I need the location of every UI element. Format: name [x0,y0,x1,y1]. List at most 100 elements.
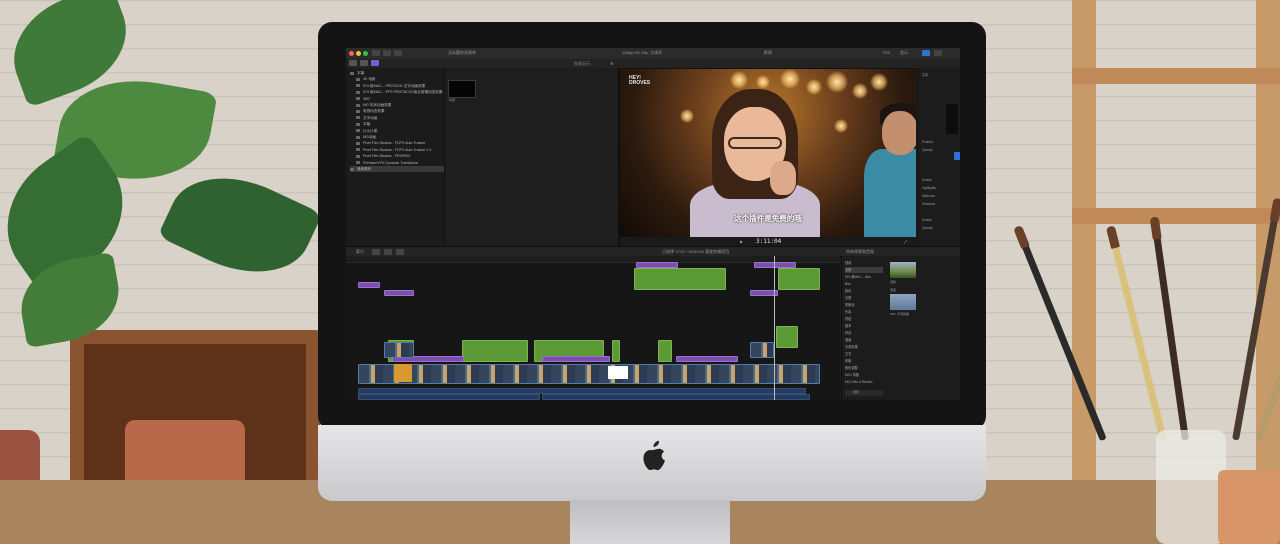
screen: 无标题的资源库 1080p HD 25p, 立体声 影视 70% 显示 仅显示已… [346,48,960,400]
play-icon[interactable]: ▶ [740,239,743,244]
effects-category-item[interactable]: 风格化 [845,302,883,308]
inspector-toggle-button[interactable] [922,50,930,56]
white-clip[interactable] [608,366,628,379]
audio-clip[interactable] [542,394,810,400]
sidebar-item[interactable]: Pixel Film Studios - PROPEN [350,153,450,159]
effects-category-item[interactable]: Blur [845,281,883,287]
effects-category-item[interactable]: 怀旧 [845,330,883,336]
sidebar-item[interactable]: Pixel Film Studios - FCPX Auto Tracker [350,140,450,146]
inspector-label: 文本 [922,73,929,77]
effects-category-item[interactable]: 基本 [845,323,883,329]
inspector-checkbox[interactable] [954,152,960,160]
sidebar-item[interactable]: 文字动画 [350,115,450,121]
sidebar-item-label: 字幕 [363,122,371,127]
sidebar-item-label: MG动画 [363,135,376,139]
timeline-clip[interactable] [358,282,380,288]
sidebar-item-label: 974 款MAC – PFS PRISTACKS适合剪辑动态效果 [363,90,443,95]
title-clip[interactable] [776,326,798,348]
libraries-icon[interactable] [349,60,357,66]
background-tasks-button[interactable] [394,50,402,56]
titles-generators-icon[interactable] [371,60,379,66]
photos-audio-icon[interactable] [360,60,368,66]
sidebar-item-label: Pixel Film Studios - FCPX Auto Tracker [363,141,426,146]
timeline-clip[interactable] [542,356,610,362]
effects-category-item[interactable]: 漫画 [845,337,883,343]
share-button[interactable] [934,50,942,56]
titles-sidebar: 字幕 4K 电影 974 款MAC – PROTACK 文字动画效果 974 款MAC… [346,68,445,246]
effects-category-item[interactable]: 光照 [845,295,883,301]
timeline-clip[interactable] [676,356,738,362]
close-window-button[interactable] [349,51,354,56]
sidebar-item[interactable]: 片头片尾 [350,128,450,134]
select-tool-icon[interactable] [396,249,404,255]
video-clip[interactable] [394,364,412,382]
effects-category-item[interactable]: MGJ 风格 [845,372,883,378]
title-clip[interactable] [634,268,726,290]
playhead[interactable] [774,256,775,400]
effects-category-item[interactable]: 全部 [845,267,883,273]
sidebar-item[interactable]: 电视动态效果 [350,108,450,114]
timeline-clip[interactable] [384,290,414,296]
minimize-window-button[interactable] [356,51,361,56]
viewer-zoom[interactable]: 70% [882,50,890,55]
hand [770,161,796,195]
sidebar-item[interactable]: MG动画 [350,134,450,140]
right-wooden-shelf [1072,0,1280,480]
gear-icon[interactable]: ⚙ [610,61,614,66]
imac-stand [570,500,730,544]
connected-clip[interactable] [384,342,414,358]
title-thumbnail[interactable] [448,80,476,98]
effect-thumbnail[interactable] [890,262,916,278]
effects-category-item[interactable]: 974 款MAC – Win... [845,274,883,280]
title-clip[interactable] [778,268,820,290]
sidebar-item[interactable]: Pixel Film Studios - FCPX Auto Tracker 2… [350,147,450,153]
audio-clip[interactable] [358,394,540,400]
viewer-view-menu[interactable]: 显示 [900,50,908,55]
primary-storyline[interactable] [358,364,820,384]
inspector-label: Opacity [922,226,933,230]
video-subtitle: 这个插件是免费的哦 [734,214,802,223]
timecode-display: 3:11:04 [756,238,782,245]
sidebar-item[interactable]: 974 款MAC – PROTACK 文字动画效果 [350,83,450,89]
sidebar-item[interactable]: MG 形状动画效果 [350,102,450,108]
effects-category-item[interactable]: 风格 [845,358,883,364]
bokeh-light [806,79,822,95]
sidebar-item-label: MG 形状动画效果 [363,103,392,107]
timeline-index-button[interactable]: 索引 [356,249,364,254]
snapping-icon[interactable] [384,249,392,255]
sidebar-item[interactable]: 4K 电影 [350,76,450,82]
folder-icon [356,141,360,145]
clip-appearance-icon[interactable] [372,249,380,255]
effects-category-item[interactable]: 颜色 [845,288,883,294]
title-clip[interactable] [462,340,528,362]
sidebar-item-label: 电视动态效果 [363,109,385,114]
effects-category-item[interactable]: 文字 [845,351,883,357]
browser-filter[interactable]: 仅显示已... [574,61,593,66]
effects-category-item[interactable]: 视频 [845,260,883,266]
effects-category-item[interactable]: 颜色调整 [845,365,883,371]
effects-category-item[interactable]: MGJ Blur & Render [845,379,883,385]
sidebar-item-label: PremiumVFX Dynamic Transitions [363,160,418,165]
connected-clip[interactable] [750,342,774,358]
timeline-status: 已选择 17:07 / 03:53:00 基准剪辑项目 [662,249,730,254]
effects-category-item[interactable]: 失真 [845,309,883,315]
sidebar-item[interactable]: 字幕 [350,70,444,76]
effects-search-input[interactable]: 搜索 [845,390,883,396]
keyword-button[interactable] [383,50,391,56]
effects-category-item[interactable]: 光源效果 [845,344,883,350]
effect-thumbnail[interactable] [890,294,916,310]
apple-logo-icon [643,440,665,471]
title-clip[interactable] [658,340,672,362]
sidebar-item[interactable]: 通用素材 [350,166,444,172]
import-media-button[interactable] [372,50,380,56]
viewer: HEY! DROVES 这个插件是免费的哦 ▶ 3:11:04 ⤢ [618,68,916,246]
viewer-controls: ▶ 3:11:04 ⤢ [620,237,916,246]
effects-category-item[interactable]: 拼贴 [845,316,883,322]
title-clip[interactable] [612,340,620,362]
sidebar-item[interactable]: 字幕 [350,121,450,127]
sidebar-item[interactable]: 360° [350,96,450,102]
sidebar-item[interactable]: PremiumVFX Dynamic Transitions [350,160,450,166]
sidebar-item[interactable]: 974 款MAC – PFS PRISTACKS适合剪辑动态效果 [350,89,450,95]
fullscreen-icon[interactable]: ⤢ [904,239,907,244]
zoom-window-button[interactable] [363,51,368,56]
